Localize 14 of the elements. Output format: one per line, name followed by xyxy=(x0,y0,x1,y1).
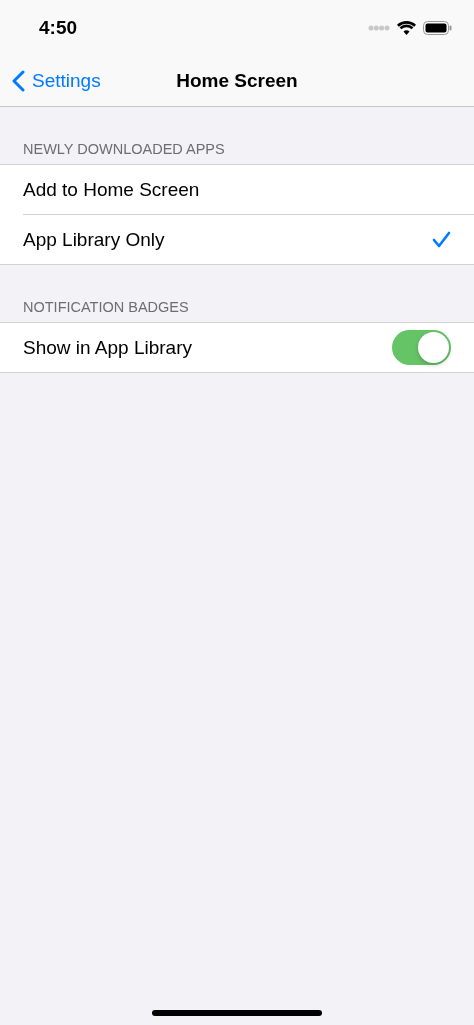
option-row[interactable]: App Library Only xyxy=(23,214,474,264)
status-time: 4:50 xyxy=(39,17,78,39)
option-row[interactable]: Add to Home Screen xyxy=(23,165,474,214)
signal-icon xyxy=(368,25,390,31)
setting-label: Show in App Library xyxy=(23,336,192,359)
back-chevron-icon xyxy=(12,70,25,92)
checkmark-icon xyxy=(432,231,451,248)
section-header: NOTIFICATION BADGES xyxy=(22,299,190,317)
toggle-switch[interactable] xyxy=(392,330,451,365)
section-header: NEWLY DOWNLOADED APPS xyxy=(22,141,226,159)
screen-title: Home Screen xyxy=(176,70,298,92)
wifi-icon xyxy=(397,21,416,35)
back-button[interactable]: Settings xyxy=(12,56,101,106)
battery-icon xyxy=(423,21,452,35)
